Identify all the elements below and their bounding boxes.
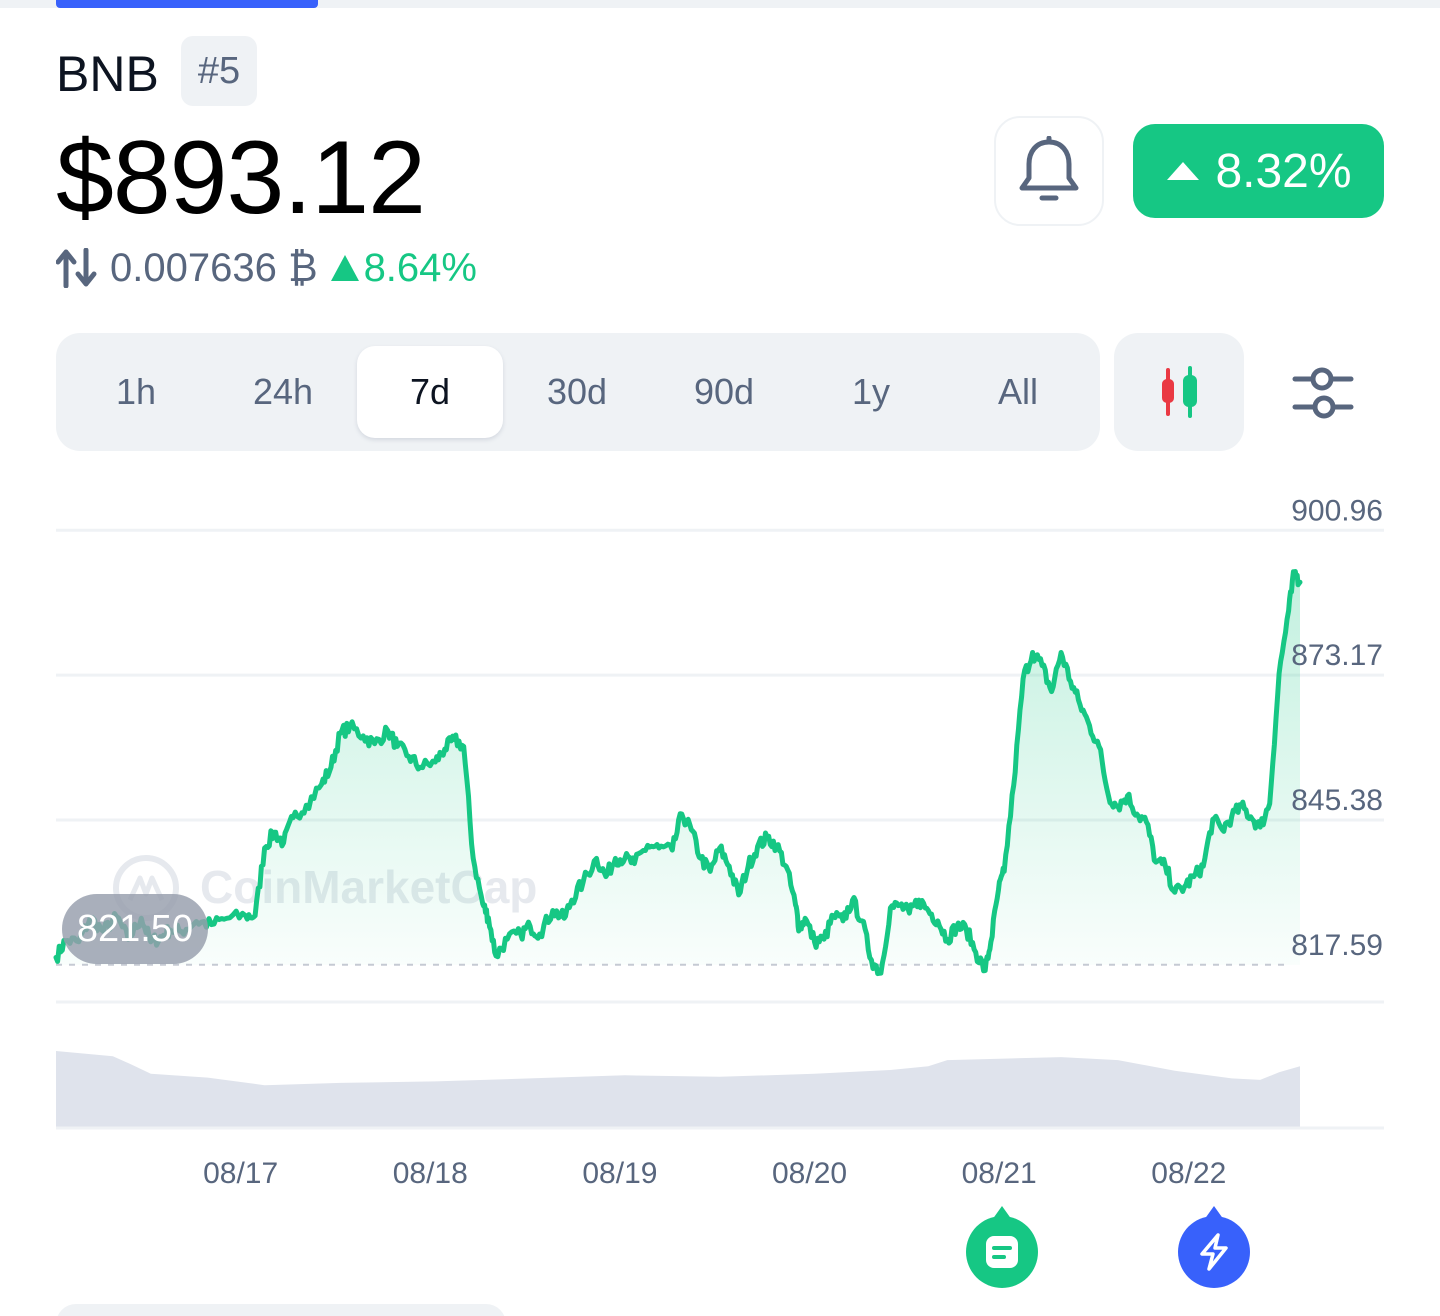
chart-grid [56, 528, 1384, 822]
btc-change: 8.64% [330, 246, 477, 291]
price-change-badge: 8.32% [1133, 124, 1384, 218]
price-chart[interactable]: CoinMarketCap 900.96873.17845.38817.59 0… [0, 470, 1440, 1210]
range-tab-1y[interactable]: 1y [798, 346, 944, 438]
candlestick-icon [1162, 366, 1197, 418]
lightning-icon [1200, 1233, 1228, 1271]
y-tick-label: 845.38 [1291, 784, 1383, 817]
range-tab-all[interactable]: All [945, 346, 1091, 438]
range-tab-90d[interactable]: 90d [651, 346, 797, 438]
btc-price: 0.007636 ₿ [110, 245, 318, 290]
price-change-value: 8.32% [1215, 144, 1352, 198]
price-alert-button[interactable] [994, 116, 1104, 226]
range-tab-1h[interactable]: 1h [63, 346, 209, 438]
range-tab-7d[interactable]: 7d [357, 346, 503, 438]
coin-name: BNB [56, 46, 159, 102]
rank-badge: #5 [181, 36, 257, 106]
y-axis-labels: 900.96 873.17 845.38 817.59 [1291, 494, 1383, 962]
range-tab-30d[interactable]: 30d [504, 346, 650, 438]
coin-price: $893.12 [56, 120, 426, 236]
volume-bars [56, 1051, 1300, 1127]
sliders-icon [1292, 367, 1354, 419]
news-event-marker[interactable] [966, 1206, 1038, 1288]
btc-change-value: 8.64% [363, 245, 477, 290]
caret-up-icon [1167, 162, 1200, 180]
x-tick-label: 08/19 [582, 1157, 657, 1190]
top-tab-indicator [56, 0, 318, 8]
x-tick-label: 08/21 [962, 1157, 1037, 1190]
start-price-label: 821.50 [62, 894, 208, 964]
x-tick-label: 08/22 [1151, 1157, 1226, 1190]
triangle-up-icon [330, 255, 359, 281]
x-tick-label: 08/20 [772, 1157, 847, 1190]
chart-settings-button[interactable] [1268, 350, 1378, 436]
x-axis-labels: 08/17 08/18 08/19 08/20 08/21 08/22 [203, 1157, 1226, 1190]
swap-vertical-icon[interactable] [56, 248, 98, 288]
range-tab-24h[interactable]: 24h [210, 346, 356, 438]
bottom-sheet-hint [56, 1304, 506, 1316]
bell-icon [1019, 136, 1079, 201]
btc-price-row: 0.007636 ₿ 8.64% [56, 240, 477, 296]
x-tick-label: 08/18 [393, 1157, 468, 1190]
candlestick-toggle-button[interactable] [1114, 333, 1244, 451]
x-tick-label: 08/17 [203, 1157, 278, 1190]
y-tick-label: 900.96 [1291, 494, 1383, 527]
time-range-tabs: 1h 24h 7d 30d 90d 1y All [56, 333, 1100, 451]
lightning-event-marker[interactable] [1178, 1206, 1250, 1288]
y-tick-label: 873.17 [1291, 639, 1383, 672]
y-tick-label: 817.59 [1291, 929, 1383, 962]
news-icon [986, 1236, 1018, 1268]
